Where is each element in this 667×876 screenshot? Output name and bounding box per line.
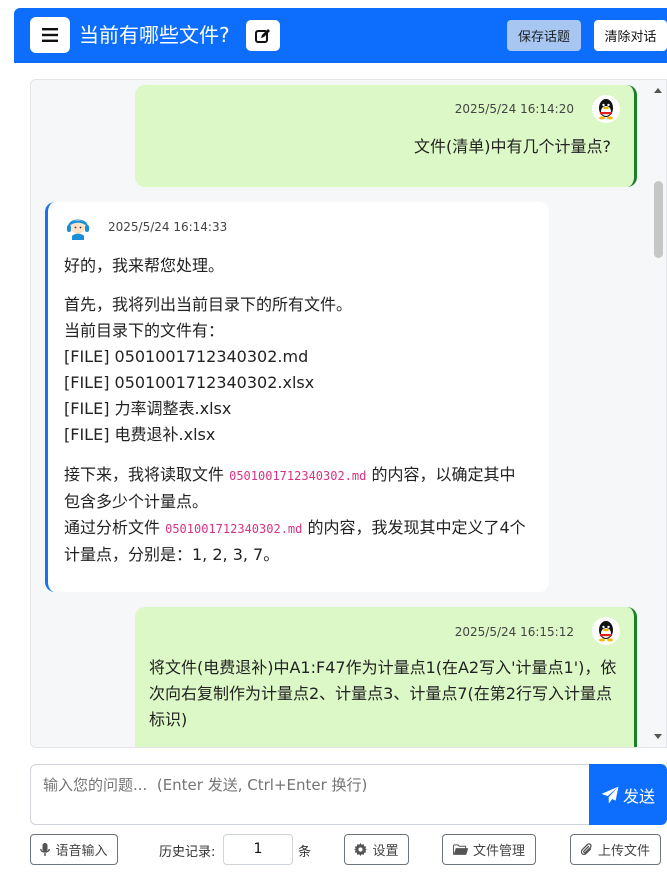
menu-icon (42, 28, 58, 42)
header-bar: 当前有哪些文件? 保存话题 清除对话 (14, 8, 667, 63)
assistant-avatar-icon (64, 212, 92, 240)
message-timestamp: 2025/5/24 16:15:12 (454, 625, 574, 639)
conversation-title: 当前有哪些文件? (79, 23, 230, 47)
message-line: [FILE] 力率调整表.xlsx (64, 399, 232, 418)
qq-penguin-icon (592, 95, 620, 123)
message-text: 通过分析文件 (64, 518, 166, 537)
message-input[interactable] (31, 765, 589, 824)
upload-file-label: 上传文件 (597, 844, 650, 859)
message-line: 首先，我将列出当前目录下的所有文件。 (64, 295, 353, 314)
send-icon (601, 786, 619, 803)
history-count-input[interactable]: 1 (223, 834, 293, 865)
paperclip-icon (580, 842, 592, 855)
folder-icon (452, 843, 468, 855)
message-line: 当前目录下的文件有： (64, 321, 225, 340)
history-unit: 条 (298, 845, 312, 860)
message-input-container (30, 764, 590, 825)
inline-code: 0501001712340302.md (165, 522, 303, 536)
send-label: 发送 (622, 786, 655, 806)
send-button[interactable]: 发送 (589, 764, 667, 825)
settings-button[interactable]: 设置 (344, 834, 409, 865)
file-manager-label: 文件管理 (472, 844, 525, 859)
inline-code: 0501001712340302.md (229, 469, 367, 483)
message-text: 文件(清单)中有几个计量点? (414, 137, 611, 156)
settings-label: 设置 (372, 844, 399, 859)
file-manager-button[interactable]: 文件管理 (442, 834, 536, 865)
scroll-down-arrow-icon[interactable] (654, 734, 662, 739)
message-line: [FILE] 0501001712340302.md (64, 347, 309, 366)
user-message: 2025/5/24 16:14:20 文件(清单)中有几个计量点? (135, 85, 637, 187)
save-topic-button[interactable]: 保存话题 (507, 20, 581, 51)
edit-title-button[interactable] (246, 20, 280, 51)
message-text: 的内容，我发现其中定义了4个 (302, 518, 526, 537)
history-label: 历史记录: (159, 845, 216, 860)
voice-input-label: 语音输入 (55, 844, 108, 859)
message-line: 标识) (149, 710, 188, 729)
message-line: [FILE] 电费退补.xlsx (64, 425, 216, 444)
message-line: 将文件(电费退补)中A1:F47作为计量点1(在A2写入'计量点1')，依 (149, 658, 617, 677)
message-line: 接下来，我将读取文件 0501001712340302.md 的内容，以确定其中 (64, 462, 526, 489)
message-timestamp: 2025/5/24 16:14:33 (108, 220, 228, 234)
message-line: 次向右复制作为计量点2、计量点3、计量点7(在第2行写入计量点 (149, 684, 612, 703)
message-paragraph: 好的，我来帮您处理。 (64, 256, 225, 275)
voice-input-button[interactable]: 语音输入 (30, 834, 118, 865)
assistant-message: 2025/5/24 16:14:33 好的，我来帮您处理。 首先，我将列出当前目… (45, 202, 549, 592)
upload-file-button[interactable]: 上传文件 (570, 834, 661, 865)
microphone-icon (40, 842, 51, 856)
message-timestamp: 2025/5/24 16:14:20 (454, 102, 574, 116)
menu-button[interactable] (30, 17, 70, 53)
message-line: 包含多少个计量点。 (64, 492, 209, 511)
scroll-up-arrow-icon[interactable] (654, 88, 662, 93)
message-text: 的内容，以确定其中 (366, 465, 516, 484)
qq-penguin-icon (592, 617, 620, 645)
chat-scrollbar[interactable] (650, 80, 666, 747)
message-line: 通过分析文件 0501001712340302.md 的内容，我发现其中定义了4… (64, 515, 526, 542)
message-line: 计量点，分别是：1, 2, 3, 7。 (64, 545, 280, 564)
chat-messages[interactable]: 2025/5/24 16:14:20 文件(清单)中有几个计量点? 2025/5… (30, 79, 667, 748)
clear-conversation-button[interactable]: 清除对话 (594, 20, 667, 51)
message-text: 接下来，我将读取文件 (64, 465, 230, 484)
gear-icon (354, 843, 368, 856)
message-line: [FILE] 0501001712340302.xlsx (64, 373, 315, 392)
scrollbar-thumb[interactable] (654, 181, 663, 258)
user-message: 2025/5/24 16:15:12 将文件(电费退补)中A1:F47作为计量点… (135, 607, 637, 747)
edit-icon (255, 28, 270, 43)
